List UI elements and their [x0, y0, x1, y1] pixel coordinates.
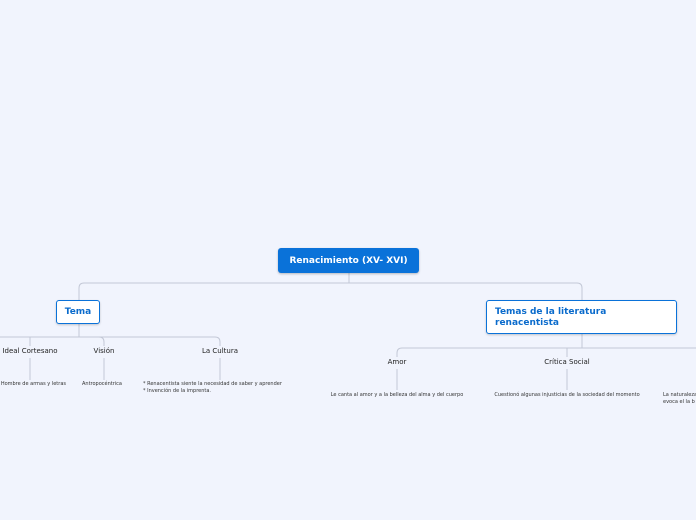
topic-temas-literatura-label: Temas de la literatura renacentista	[495, 307, 607, 328]
detail-naturaleza-line-1: La naturaleza	[663, 392, 696, 398]
root-topic-label: Renacimiento (XV- XVI)	[289, 255, 408, 266]
topic-temas-literatura[interactable]: Temas de la literatura renacentista	[486, 300, 677, 334]
connector-root-left	[78, 282, 349, 300]
subtopic-critica-social-label: Crítica Social	[544, 358, 590, 366]
connector-tema-vision	[98, 336, 105, 346]
detail-vision[interactable]: Antropocéntrica	[82, 381, 122, 388]
connector-temas-amor	[396, 347, 403, 357]
detail-naturaleza-line-2: evoca el la b	[663, 399, 695, 405]
root-topic[interactable]: Renacimiento (XV- XVI)	[278, 248, 419, 273]
connector-tema-bar	[0, 336, 221, 346]
detail-la-cultura-line-1: * Renacentista siente la necesidad de sa…	[143, 381, 282, 387]
subtopic-amor[interactable]: Amor	[388, 358, 407, 366]
detail-ideal-cortesano[interactable]: Hombre de armas y letras	[1, 381, 66, 388]
subtopic-la-cultura-label: La Cultura	[201, 347, 239, 355]
detail-vision-text: Antropocéntrica	[82, 381, 122, 387]
detail-naturaleza[interactable]: La naturaleza evoca el la b	[663, 392, 696, 406]
subtopic-ideal-cortesano[interactable]: Ideal Cortesano	[2, 347, 57, 355]
detail-amor[interactable]: Le canta al amor y a la belleza del alma…	[331, 392, 464, 399]
detail-la-cultura[interactable]: * Renacentista siente la necesidad de sa…	[143, 381, 282, 395]
connector-root-right	[349, 282, 583, 300]
topic-tema-label: Tema	[64, 307, 92, 317]
subtopic-vision[interactable]: Visión	[94, 347, 115, 355]
detail-la-cultura-line-2: * Invención de la imprenta.	[143, 388, 212, 394]
topic-tema[interactable]: Tema	[56, 300, 100, 324]
subtopic-critica-social[interactable]: Crítica Social	[544, 358, 590, 366]
detail-ideal-cortesano-text: Hombre de armas y letras	[0, 381, 66, 387]
subtopic-vision-label: Visión	[93, 347, 115, 355]
subtopic-la-cultura[interactable]: La Cultura	[202, 347, 238, 355]
subtopic-amor-label: Amor	[387, 358, 407, 366]
detail-amor-text: Le canta al amor y a la belleza del alma…	[330, 392, 464, 398]
subtopic-ideal-cortesano-label: Ideal Cortesano	[2, 347, 58, 355]
detail-critica-social[interactable]: Cuestionó algunas injusticias de la soci…	[494, 392, 639, 399]
detail-critica-social-text: Cuestionó algunas injusticias de la soci…	[494, 392, 640, 398]
